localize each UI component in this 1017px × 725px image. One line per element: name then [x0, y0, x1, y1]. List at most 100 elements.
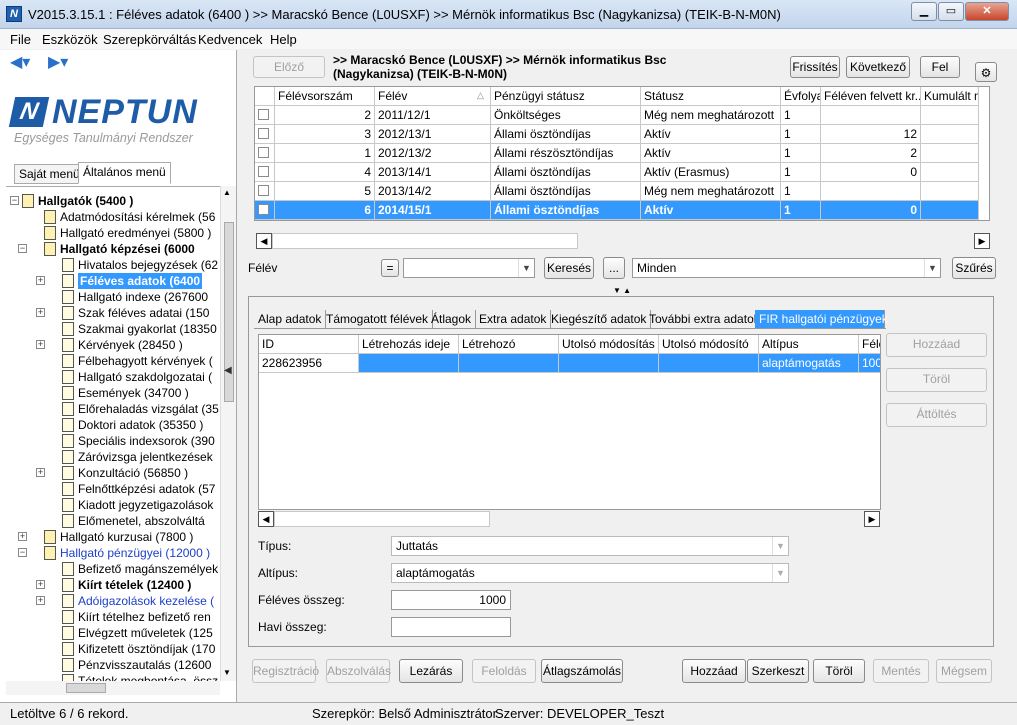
close-button[interactable]: Lezárás: [399, 659, 463, 683]
search-button[interactable]: Keresés: [544, 257, 594, 279]
delete-button[interactable]: Töröl: [813, 659, 865, 683]
tab-supported-semesters[interactable]: Támogatott félévek: [322, 310, 434, 328]
menu-tools[interactable]: Eszközök: [42, 32, 98, 47]
sort-asc-icon[interactable]: △: [477, 90, 484, 101]
expand-icon[interactable]: +: [36, 340, 45, 349]
tab-fir-finances[interactable]: FIR hallgatói pénzügyek: [755, 310, 888, 328]
tab-averages[interactable]: Átlagok: [427, 310, 477, 328]
fir-delete-button[interactable]: Töröl: [886, 368, 987, 392]
menu-favorites[interactable]: Kedvencek: [198, 32, 262, 47]
tab-own-menu[interactable]: Saját menü: [14, 164, 85, 184]
table-cell: [921, 125, 979, 144]
add-button[interactable]: Hozzáad: [682, 659, 746, 683]
monthly-amount-field[interactable]: [391, 617, 511, 637]
row-checkbox[interactable]: [258, 109, 269, 120]
tree-item-label: Kiírt tételhez befizető ren: [78, 610, 211, 624]
scroll-left-icon[interactable]: ◀: [256, 233, 272, 249]
expand-icon[interactable]: +: [36, 468, 45, 477]
tab-general-menu[interactable]: Általános menü: [78, 162, 171, 184]
scroll-left-icon[interactable]: ◀: [258, 511, 274, 527]
grid-corner: [255, 87, 275, 106]
row-checkbox[interactable]: [258, 185, 269, 196]
next-button[interactable]: Következő: [846, 56, 910, 78]
close-icon[interactable]: ✕: [965, 2, 1009, 21]
tree-scrollbar[interactable]: ▲ ▼: [220, 186, 236, 681]
expand-icon[interactable]: +: [36, 276, 45, 285]
scroll-down-icon[interactable]: ▼: [223, 668, 231, 677]
menu-role-switch[interactable]: Szerepkörváltás: [103, 32, 196, 47]
expand-icon[interactable]: +: [36, 308, 45, 317]
tree-item-label: Doktori adatok (35350 ): [78, 418, 204, 432]
forward-icon[interactable]: ▶▾: [48, 52, 78, 71]
collapse-icon[interactable]: −: [18, 244, 27, 253]
tree-item-label: Hallgató eredményei (5800 ): [60, 226, 212, 240]
hscroll-thumb[interactable]: [272, 233, 578, 249]
table-cell: 2014/15/1: [375, 201, 491, 220]
operator-button[interactable]: =: [381, 259, 399, 277]
average-calc-button[interactable]: Átlagszámolás: [541, 659, 623, 683]
tree-item-label: Befizető magánszemélyek: [78, 562, 219, 576]
settings-icon[interactable]: ⚙: [975, 62, 997, 82]
collapse-icon[interactable]: −: [18, 548, 27, 557]
table-cell: 228623956: [259, 354, 359, 373]
app-icon: N: [6, 6, 22, 22]
tab-supplementary-data[interactable]: Kiegészítő adatok: [547, 310, 652, 328]
row-checkbox[interactable]: [258, 166, 269, 177]
collapse-icon[interactable]: −: [10, 196, 19, 205]
cancel-button[interactable]: Mégsem: [936, 659, 992, 683]
filter-scope-select[interactable]: Minden ▼: [632, 258, 941, 278]
chevron-down-icon: ▼: [772, 537, 788, 555]
semester-grid-hscroll[interactable]: ◀ ▶: [256, 233, 990, 249]
row-checkbox[interactable]: [258, 147, 269, 158]
expand-icon[interactable]: +: [36, 596, 45, 605]
fir-add-button[interactable]: Hozzáad: [886, 333, 987, 357]
document-icon: [62, 418, 74, 432]
tab-basic-data[interactable]: Alap adatok: [254, 310, 327, 328]
chevron-down-icon: ▼: [772, 564, 788, 582]
document-icon: [62, 450, 74, 464]
hscroll-thumb[interactable]: [274, 511, 490, 527]
row-checkbox[interactable]: [258, 128, 269, 139]
maximize-icon[interactable]: ▭: [938, 2, 964, 21]
subtype-select[interactable]: alaptámogatás ▼: [391, 563, 789, 583]
expand-icon[interactable]: +: [18, 532, 27, 541]
minimize-icon[interactable]: ▁: [911, 2, 937, 21]
table-cell: 100: [859, 354, 880, 373]
tab-more-extra-data[interactable]: További extra adatok: [645, 310, 765, 328]
expand-icon[interactable]: +: [36, 580, 45, 589]
tree-item-label: Hallgató pénzügyei (12000 ): [60, 546, 211, 560]
save-button[interactable]: Mentés: [873, 659, 929, 683]
type-select[interactable]: Juttatás ▼: [391, 536, 789, 556]
edit-button[interactable]: Szerkeszt: [747, 659, 809, 683]
semester-amount-field[interactable]: 1000: [391, 590, 511, 610]
row-checkbox-cell: [255, 106, 275, 125]
table-cell: Állami ösztöndíjas: [491, 182, 641, 201]
fir-move-button[interactable]: Áttöltés: [886, 403, 987, 427]
row-checkbox[interactable]: [258, 204, 269, 215]
menu-file[interactable]: File: [10, 32, 31, 47]
up-button[interactable]: Fel: [920, 56, 960, 78]
table-cell: Állami ösztöndíjas: [491, 125, 641, 144]
unlock-button[interactable]: Feloldás: [472, 659, 536, 683]
refresh-button[interactable]: Frissítés: [790, 56, 840, 78]
tab-extra-data[interactable]: Extra adatok: [475, 310, 552, 328]
table-cell: Állami ösztöndíjas: [491, 163, 641, 182]
filter-value-select[interactable]: ▼: [403, 258, 535, 278]
table-cell: [921, 201, 979, 220]
back-icon[interactable]: ◀▾: [10, 52, 40, 71]
hscroll-thumb[interactable]: [66, 683, 106, 693]
prev-button[interactable]: Előző: [253, 56, 325, 78]
splitter-arrows-icon[interactable]: ▼ ▲: [597, 286, 647, 296]
register-button[interactable]: Regisztráció: [252, 659, 319, 683]
filter-button[interactable]: Szűrés: [952, 257, 996, 279]
fir-grid-hscroll[interactable]: ◀ ▶: [258, 511, 881, 527]
absolve-button[interactable]: Abszolválás: [326, 659, 391, 683]
collapse-panel-icon[interactable]: ◀: [224, 365, 234, 385]
scroll-right-icon[interactable]: ▶: [864, 511, 880, 527]
menu-help[interactable]: Help: [270, 32, 297, 47]
tree-hscrollbar[interactable]: [6, 681, 220, 695]
scroll-up-icon[interactable]: ▲: [223, 188, 231, 197]
scroll-right-icon[interactable]: ▶: [974, 233, 990, 249]
tree-item-label: Kiírt tételek (12400 ): [78, 578, 192, 592]
more-button[interactable]: ...: [603, 257, 625, 279]
